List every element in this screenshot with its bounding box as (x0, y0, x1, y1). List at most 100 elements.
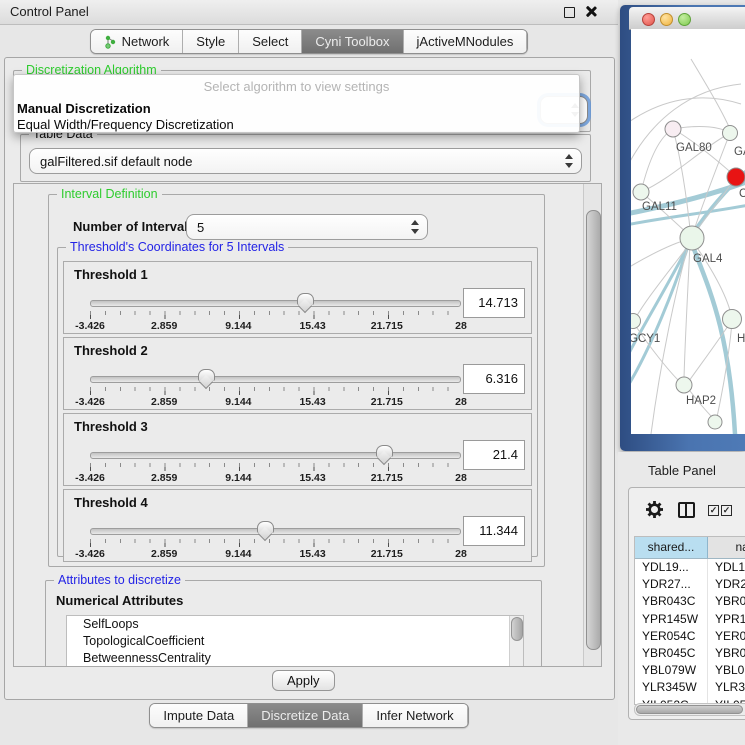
tab[interactable]: Discretize Data (248, 704, 363, 727)
float-window-icon[interactable] (564, 7, 575, 18)
tick-label: 15.43 (299, 472, 325, 484)
table-row[interactable]: YBR043C YBR043C (635, 593, 745, 610)
threshold-slider[interactable]: -3.426 2.859 9.144 15.43 21. (90, 292, 461, 332)
numerical-attributes-list[interactable]: SelfLoops TopologicalCoefficient Between… (66, 615, 524, 667)
table-cell-shared[interactable]: YDR27... (635, 576, 708, 593)
table-cell-name[interactable]: YBR045C (708, 645, 745, 662)
tab[interactable]: jActiveMNodules (404, 30, 528, 53)
table-cell-name[interactable]: YER054C (708, 628, 745, 645)
apply-button[interactable]: Apply (272, 670, 335, 691)
table-row[interactable]: YDL19... YDL19... (635, 559, 745, 576)
slider-thumb[interactable] (257, 521, 274, 533)
attributes-list-scrollbar[interactable] (509, 616, 523, 667)
number-of-intervals-combo[interactable]: 5 (186, 214, 428, 240)
table-row[interactable]: YER054C YER054C (635, 628, 745, 645)
table-header-name[interactable]: name (708, 537, 745, 558)
slider-track[interactable] (90, 452, 461, 459)
table-cell-shared[interactable]: YLR345W (635, 679, 708, 696)
slider-tick-labels: -3.426 2.859 9.144 15.43 21. (90, 472, 461, 484)
combo-stepper-icon[interactable] (411, 220, 420, 234)
network-node[interactable] (708, 415, 722, 429)
table-row[interactable]: YDR27... YDR27... (635, 576, 745, 593)
algorithm-option-equal-width[interactable]: Equal Width/Frequency Discretization (16, 117, 577, 133)
table-row[interactable]: YPR145W YPR145W (635, 611, 745, 628)
attribute-list-item[interactable]: TopologicalCoefficient (67, 633, 523, 650)
network-node[interactable] (723, 310, 742, 329)
table-cell-name[interactable]: YBR043C (708, 593, 745, 610)
table-cell-shared[interactable]: YER054C (635, 628, 708, 645)
table-cell-name[interactable]: YPR145W (708, 611, 745, 628)
table-cell-name[interactable]: YDL19... (708, 559, 745, 576)
checkbox-icon[interactable]: ✓ (708, 505, 719, 516)
network-node[interactable] (676, 377, 692, 393)
settings-scrollbar-thumb[interactable] (586, 210, 601, 650)
table-data-combo-value: galFiltered.sif default node (40, 154, 192, 169)
threshold-value-field[interactable]: 21.4 (463, 440, 525, 470)
network-node[interactable] (631, 314, 641, 329)
tick-label: 9.144 (225, 472, 251, 484)
table-cell-shared[interactable]: YDL19... (635, 559, 708, 576)
table-header-shared[interactable]: shared... (635, 537, 708, 558)
threshold-slider[interactable]: -3.426 2.859 9.144 15.43 21. (90, 444, 461, 484)
slider-thumb[interactable] (297, 293, 314, 305)
table-cell-name[interactable]: YDR27... (708, 576, 745, 593)
table-row[interactable]: YBL079W YBL079W (635, 662, 745, 679)
table-cell-shared[interactable]: YBR043C (635, 593, 708, 610)
tick-label: 21.715 (371, 472, 403, 484)
table-cell-shared[interactable]: YBL079W (635, 662, 708, 679)
tick-label: 9.144 (225, 396, 251, 408)
network-node[interactable] (727, 168, 745, 186)
network-node[interactable] (633, 184, 649, 200)
attributes-scrollbar-thumb[interactable] (511, 617, 523, 641)
attribute-list-item[interactable]: SelfLoops (67, 616, 523, 633)
window-close-icon[interactable] (642, 13, 655, 26)
control-panel-titlebar: Control Panel (0, 0, 618, 25)
threshold-value-field[interactable]: 6.316 (463, 364, 525, 394)
table-scrollbar-thumb[interactable] (636, 705, 743, 714)
settings-vertical-scrollbar[interactable] (583, 184, 601, 666)
table-data-combo[interactable]: galFiltered.sif default node (29, 148, 582, 174)
table-cell-name[interactable]: YBL079W (708, 662, 745, 679)
slider-track[interactable] (90, 376, 461, 383)
control-panel-title: Control Panel (10, 4, 89, 19)
slider-track[interactable] (90, 300, 461, 307)
slider-track[interactable] (90, 528, 461, 535)
split-columns-icon[interactable] (678, 502, 695, 518)
combo-stepper-icon[interactable] (565, 154, 574, 168)
tab[interactable]: Select (239, 30, 302, 53)
threshold-panel: Threshold 3 -3.426 2. (63, 413, 532, 486)
attribute-list-item[interactable]: BetweennessCentrality (67, 650, 523, 667)
threshold-slider[interactable]: -3.426 2.859 9.144 15.43 21. (90, 520, 461, 560)
network-node[interactable] (723, 126, 738, 141)
close-icon[interactable] (585, 6, 596, 17)
table-cell-name[interactable]: YLR345W (708, 679, 745, 696)
table-cell-shared[interactable]: YBR045C (635, 645, 708, 662)
network-node[interactable] (680, 226, 704, 250)
tab[interactable]: Cyni Toolbox (302, 30, 403, 53)
network-node[interactable] (665, 121, 681, 137)
slider-thumb[interactable] (376, 445, 393, 457)
threshold-value-field[interactable]: 14.713 (463, 288, 525, 318)
window-zoom-icon[interactable] (678, 13, 691, 26)
checkbox-icon[interactable]: ✓ (721, 505, 732, 516)
network-canvas[interactable]: GAL80GACGAL11GAL4GCY1HHAP2 (631, 29, 745, 434)
screen: Control Panel (0, 0, 745, 745)
tab[interactable]: Style (183, 30, 239, 53)
slider-thumb[interactable] (198, 369, 215, 381)
threshold-slider[interactable]: -3.426 2.859 9.144 15.43 21. (90, 368, 461, 408)
tick-label: -3.426 (75, 396, 105, 408)
algorithm-option-manual[interactable]: Manual Discretization (16, 101, 577, 117)
table-cell-shared[interactable]: YPR145W (635, 611, 708, 628)
tab[interactable]: Infer Network (363, 704, 467, 727)
table-row[interactable]: YLR345W YLR345W (635, 679, 745, 696)
table-horizontal-scrollbar[interactable] (634, 703, 745, 716)
tab[interactable]: Impute Data (150, 704, 248, 727)
tick-label: 2.859 (151, 472, 177, 484)
tab[interactable]: Network (91, 30, 184, 53)
gear-icon[interactable] (645, 500, 664, 519)
threshold-value-field[interactable]: 11.344 (463, 516, 525, 546)
window-minimize-icon[interactable] (660, 13, 673, 26)
network-view-window: GAL80GACGAL11GAL4GCY1HHAP2 (620, 5, 745, 451)
table-row[interactable]: YBR045C YBR045C (635, 645, 745, 662)
algorithm-placeholder: Select algorithm to view settings (14, 79, 579, 94)
